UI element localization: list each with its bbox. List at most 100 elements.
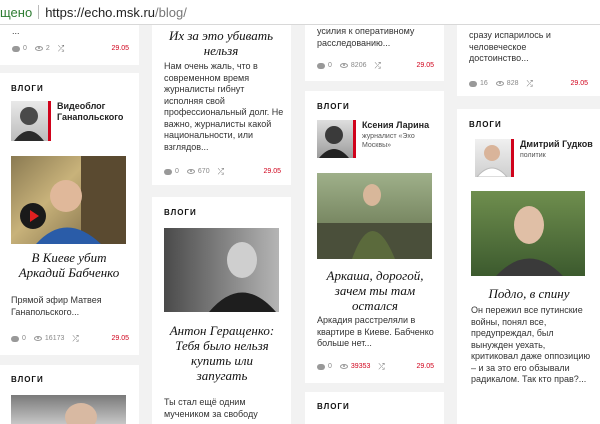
- card-excerpt: ...: [12, 26, 20, 36]
- share-icon[interactable]: ⤮: [58, 44, 64, 52]
- comment-count: 16: [480, 80, 488, 87]
- blog-card-col1-top[interactable]: ... 0 2 ⤮ 29.05: [0, 25, 139, 65]
- post-date: 29.05: [111, 45, 129, 52]
- comment-icon: [317, 363, 325, 370]
- card-meta: 0 8206 ⤮ 29.05: [317, 61, 434, 69]
- card-excerpt: сразу испарилось и человеческое достоинс…: [469, 30, 551, 63]
- eye-icon: [339, 364, 348, 369]
- photo-content: [65, 403, 97, 424]
- author-avatar: [317, 120, 356, 158]
- author-name[interactable]: Видеоблог Ганапольского: [57, 101, 127, 123]
- author-block[interactable]: Ксения Ларина журналист «Эхо Москвы»: [317, 120, 429, 158]
- video-frame: [36, 156, 126, 244]
- view-count: 670: [197, 168, 210, 175]
- card-meta: 0 2 ⤮ 29.05: [12, 44, 129, 52]
- share-icon[interactable]: ⤮: [72, 334, 78, 342]
- blog-card-col1[interactable]: ВЛОГИ Видеоблог Ганапольского В Киеве уб…: [0, 73, 139, 355]
- view-count: 2: [45, 45, 50, 52]
- comment-count: 0: [328, 363, 332, 370]
- eye-icon: [34, 46, 43, 51]
- section-label: ВЛОГИ: [164, 208, 197, 217]
- card-excerpt: Прямой эфир Матвея Ганапольского...: [11, 295, 102, 317]
- post-photo[interactable]: [317, 173, 432, 259]
- post-title[interactable]: Антон Геращенко: Тебя было нельзя купить…: [166, 323, 278, 383]
- post-title[interactable]: Аркаша, дорогой, зачем ты там остался: [317, 268, 433, 313]
- eye-icon: [495, 81, 504, 86]
- card-excerpt: усилия к оперативному расследованию...: [317, 26, 415, 48]
- eye-icon: [186, 169, 195, 174]
- post-photo[interactable]: [471, 191, 585, 276]
- post-date: 29.05: [570, 80, 588, 87]
- card-excerpt: Нам очень жаль, что в современном время …: [164, 61, 284, 152]
- comment-icon: [469, 80, 477, 87]
- author-info: Ксения Ларина журналист «Эхо Москвы»: [362, 120, 429, 150]
- play-icon[interactable]: [20, 203, 46, 229]
- author-block[interactable]: Видеоблог Ганапольского: [11, 101, 127, 141]
- url-host: https://echo.msk.ru: [45, 4, 156, 20]
- blog-card-col3-top[interactable]: усилия к оперативному расследованию... 0…: [305, 25, 444, 81]
- blog-card-col3-2[interactable]: ВЛОГИ: [305, 392, 444, 424]
- security-indicator[interactable]: щено: [0, 5, 32, 20]
- view-count: 8206: [350, 62, 367, 69]
- url-path: /blog/: [155, 4, 187, 20]
- section-label: ВЛОГИ: [317, 402, 350, 411]
- comment-icon: [11, 335, 19, 342]
- card-meta: 0 16173 ⤮ 29.05: [11, 334, 129, 342]
- post-title[interactable]: В Киеве убит Аркадий Бабченко: [14, 250, 124, 280]
- blog-card-col1-2[interactable]: ВЛОГИ: [0, 365, 139, 424]
- share-icon[interactable]: ⤮: [526, 79, 532, 87]
- view-count: 39353: [350, 363, 371, 370]
- card-meta: 0 39353 ⤮ 29.05: [317, 362, 434, 370]
- section-label: ВЛОГИ: [11, 84, 44, 93]
- share-icon[interactable]: ⤮: [374, 61, 380, 69]
- author-role: журналист «Эхо Москвы»: [362, 133, 415, 149]
- post-date: 29.05: [416, 363, 434, 370]
- comment-count: 0: [328, 62, 332, 69]
- section-label: ВЛОГИ: [317, 102, 350, 111]
- author-role: политик: [520, 152, 546, 159]
- post-title[interactable]: Подло, в спину: [471, 286, 587, 301]
- author-name[interactable]: Дмитрий Гудков: [520, 139, 593, 150]
- eye-icon: [339, 63, 348, 68]
- blog-card-col2[interactable]: ВЛОГИ Антон Геращенко: Тебя было нельзя …: [152, 197, 291, 424]
- view-count: 16173: [44, 335, 65, 342]
- author-info: Дмитрий Гудков политик: [520, 139, 593, 160]
- view-count: 828: [506, 80, 519, 87]
- avatar-portrait: [14, 107, 44, 141]
- comment-icon: [12, 45, 20, 52]
- post-photo[interactable]: [164, 228, 279, 312]
- blog-card-col4-top[interactable]: сразу испарилось и человеческое достоинс…: [457, 25, 600, 96]
- author-avatar: [11, 101, 51, 141]
- comment-icon: [317, 62, 325, 69]
- photo-content: [209, 242, 276, 312]
- share-icon[interactable]: ⤮: [378, 362, 384, 370]
- card-excerpt: Ты стал ещё одним мучеником за свободу: [164, 397, 258, 419]
- blog-card-col4[interactable]: ВЛОГИ Дмитрий Гудков политик Подло, в сп…: [457, 109, 600, 424]
- card-excerpt: Он пережил все путинские войны, понял вс…: [471, 305, 591, 384]
- post-title[interactable]: Их за это убивать нельзя: [166, 28, 276, 58]
- blog-card-col3[interactable]: ВЛОГИ Ксения Ларина журналист «Эхо Москв…: [305, 91, 444, 383]
- share-icon[interactable]: ⤮: [218, 167, 224, 175]
- card-excerpt: Аркадия расстреляли в квартире в Киеве. …: [317, 315, 434, 348]
- photo-content: [496, 206, 563, 276]
- post-photo: [11, 395, 126, 424]
- video-thumbnail[interactable]: [11, 156, 126, 244]
- post-date: 29.05: [111, 335, 129, 342]
- address-separator: [38, 5, 40, 19]
- comment-count: 0: [23, 45, 27, 52]
- avatar-portrait: [319, 126, 349, 158]
- author-block[interactable]: Дмитрий Гудков политик: [475, 139, 593, 177]
- comment-icon: [164, 168, 172, 175]
- post-date: 29.05: [416, 62, 434, 69]
- author-avatar: [475, 139, 514, 177]
- section-label: ВЛОГИ: [11, 375, 44, 384]
- blog-card-col2-top[interactable]: Их за это убивать нельзя Нам очень жаль,…: [152, 25, 291, 185]
- address-bar[interactable]: щено https://echo.msk.ru /blog/: [0, 0, 600, 25]
- avatar-portrait: [476, 145, 508, 177]
- eye-icon: [33, 336, 42, 341]
- post-date: 29.05: [263, 168, 281, 175]
- author-name[interactable]: Ксения Ларина: [362, 120, 429, 131]
- card-meta: 0 670 ⤮ 29.05: [164, 167, 281, 175]
- comment-count: 0: [175, 168, 179, 175]
- comment-count: 0: [22, 335, 26, 342]
